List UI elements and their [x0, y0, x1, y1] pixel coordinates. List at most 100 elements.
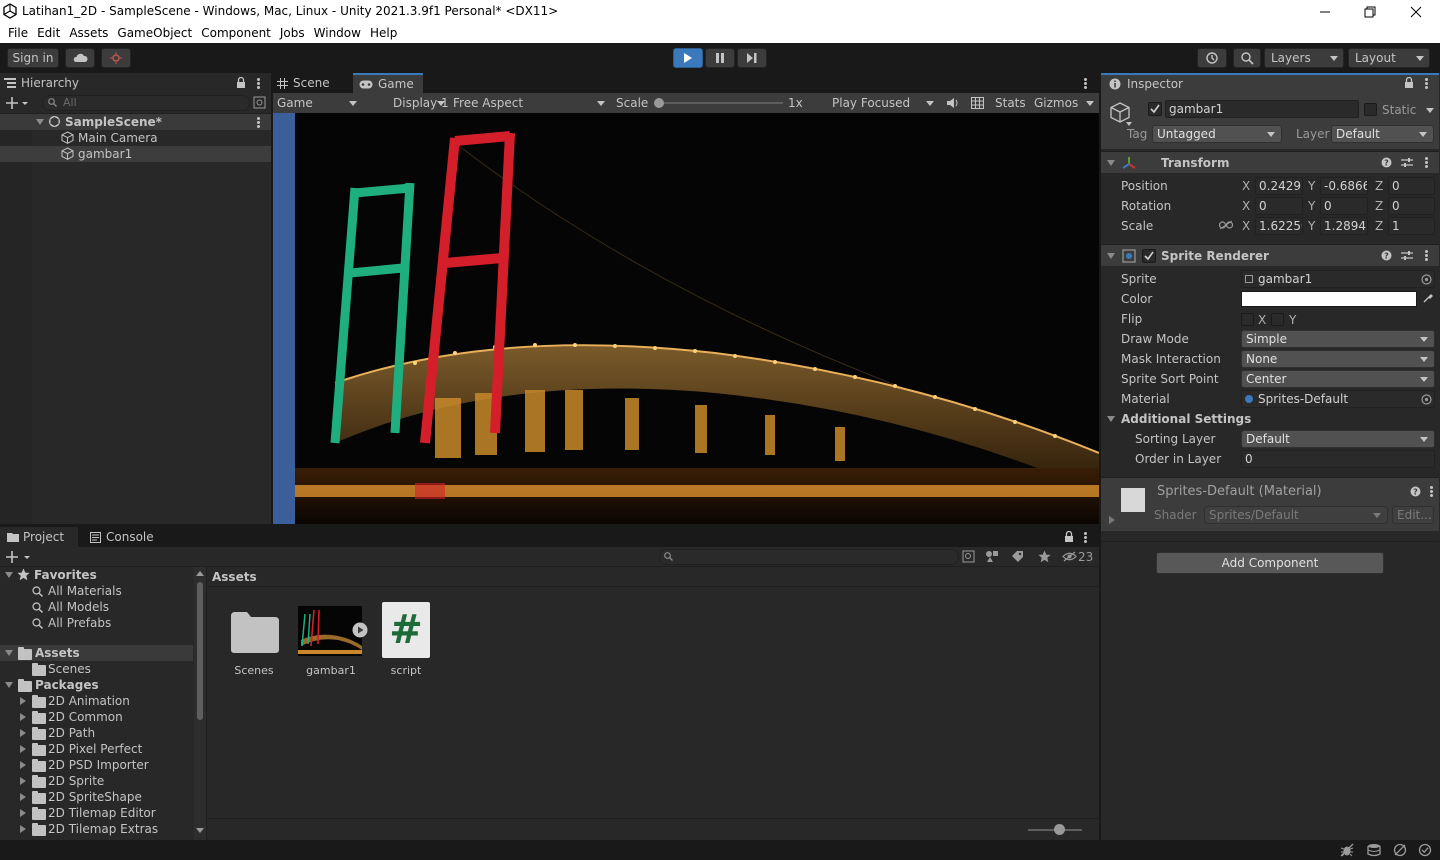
scene-row[interactable]: SampleScene* — [0, 114, 271, 130]
sign-in-button[interactable]: Sign in — [7, 48, 59, 68]
display-dropdown[interactable]: Display 1 — [393, 93, 449, 113]
favorite-item[interactable]: All Materials — [0, 583, 193, 599]
object-picker-icon[interactable] — [1421, 274, 1432, 285]
layer-dropdown[interactable]: Default — [1331, 125, 1434, 143]
sprite-renderer-enabled-checkbox[interactable] — [1142, 249, 1156, 263]
order-in-layer-field[interactable]: 0 — [1241, 450, 1435, 468]
package-row[interactable]: 2D Path — [0, 725, 193, 741]
help-icon[interactable]: ? — [1381, 250, 1392, 261]
breadcrumb-assets[interactable]: Assets — [212, 570, 257, 584]
flip-y-checkbox[interactable] — [1271, 313, 1284, 326]
progress-check-icon[interactable] — [1418, 843, 1432, 857]
menu-component[interactable]: Component — [197, 26, 275, 40]
tree-scrollbar[interactable] — [194, 567, 206, 840]
expand-arrow-icon[interactable] — [5, 650, 13, 656]
material-object-field[interactable]: Sprites-Default — [1241, 390, 1435, 408]
debug-icon[interactable] — [1340, 843, 1354, 857]
asset-item-scenes[interactable]: Scenes — [224, 600, 284, 680]
packages-root-row[interactable]: Packages — [0, 677, 193, 693]
view-type-dropdown[interactable]: Game — [273, 93, 361, 113]
package-row[interactable]: 2D Pixel Perfect — [0, 741, 193, 757]
hidden-packages-icon[interactable] — [1062, 551, 1077, 562]
package-row[interactable]: 2D PSD Importer — [0, 757, 193, 773]
stats-button[interactable]: Stats — [995, 96, 1026, 110]
tab-console[interactable]: Console — [84, 527, 164, 547]
project-search-input[interactable] — [659, 549, 959, 565]
scale-z-field[interactable]: 1 — [1388, 217, 1435, 235]
cache-server-icon[interactable] — [1367, 843, 1381, 857]
add-icon[interactable] — [6, 550, 32, 564]
scale-x-field[interactable]: 1.62250 — [1255, 217, 1303, 235]
draw-mode-dropdown[interactable]: Simple — [1241, 330, 1435, 348]
lock-icon[interactable] — [1064, 531, 1074, 542]
color-swatch[interactable] — [1241, 291, 1417, 307]
rotation-z-field[interactable]: 0 — [1388, 197, 1435, 215]
link-icon[interactable] — [1219, 220, 1233, 230]
position-x-field[interactable]: 0.2429 — [1255, 177, 1303, 195]
star-icon[interactable] — [1038, 550, 1051, 563]
preset-icon[interactable] — [1401, 157, 1413, 168]
object-picker-icon[interactable] — [1421, 394, 1432, 405]
help-icon[interactable]: ? — [1410, 486, 1421, 497]
scroll-up-icon[interactable] — [196, 571, 204, 576]
sorting-layer-dropdown[interactable]: Default — [1241, 430, 1435, 448]
scene-visibility-icon[interactable] — [253, 96, 266, 109]
preset-icon[interactable] — [1401, 250, 1413, 261]
play-focused-dropdown[interactable]: Play Focused — [829, 93, 937, 113]
sprite-object-field[interactable]: gambar1 — [1241, 270, 1435, 288]
tag-dropdown[interactable]: Untagged — [1152, 125, 1282, 143]
more-icon[interactable] — [1084, 532, 1087, 543]
expand-arrow-icon[interactable] — [1107, 416, 1115, 422]
search-by-scene-icon[interactable] — [962, 550, 975, 563]
more-icon[interactable] — [1425, 78, 1428, 89]
step-button[interactable] — [737, 48, 767, 68]
position-y-field[interactable]: -0.6866 — [1320, 177, 1368, 195]
more-icon[interactable] — [1084, 78, 1087, 89]
scale-slider[interactable] — [655, 102, 783, 104]
assets-folder-row[interactable]: Scenes — [0, 661, 193, 677]
menu-file[interactable]: File — [4, 26, 32, 40]
collapse-arrow-icon[interactable] — [20, 713, 26, 721]
pause-button[interactable] — [705, 48, 735, 68]
stats-grid-icon[interactable] — [971, 97, 984, 109]
expand-arrow-icon[interactable] — [1109, 516, 1115, 524]
tab-game[interactable]: Game — [353, 73, 423, 93]
sprite-renderer-header[interactable]: Sprite Renderer ? — [1101, 244, 1439, 266]
scroll-down-icon[interactable] — [196, 828, 204, 833]
hierarchy-search-input[interactable]: All — [42, 95, 250, 111]
rotation-x-field[interactable]: 0 — [1255, 197, 1303, 215]
menu-help[interactable]: Help — [366, 26, 401, 40]
tab-inspector[interactable]: Inspector — [1101, 73, 1439, 93]
package-row[interactable]: 2D Tilemap Extras — [0, 821, 193, 837]
collapse-arrow-icon[interactable] — [20, 793, 26, 801]
menu-jobs[interactable]: Jobs — [276, 26, 309, 40]
more-icon[interactable] — [257, 78, 260, 89]
restore-button[interactable] — [1347, 0, 1393, 23]
expand-arrow-icon[interactable] — [5, 572, 13, 578]
collapse-arrow-icon[interactable] — [20, 777, 26, 785]
menu-assets[interactable]: Assets — [65, 26, 112, 40]
tab-scene[interactable]: Scene — [273, 73, 353, 93]
scrollbar-thumb[interactable] — [197, 582, 203, 720]
layout-dropdown[interactable]: Layout — [1348, 48, 1430, 68]
collapse-arrow-icon[interactable] — [20, 761, 26, 769]
transform-header[interactable]: Transform ? — [1101, 151, 1439, 173]
scale-y-field[interactable]: 1.28942 — [1320, 217, 1368, 235]
cloud-button[interactable] — [65, 48, 95, 68]
layers-dropdown[interactable]: Layers — [1264, 48, 1344, 68]
aspect-dropdown[interactable]: Free Aspect — [453, 93, 607, 113]
collapse-arrow-icon[interactable] — [20, 729, 26, 737]
favorite-item[interactable]: All Models — [0, 599, 193, 615]
history-button[interactable] — [1197, 48, 1227, 68]
lock-icon[interactable] — [236, 77, 246, 88]
scale-slider-thumb[interactable] — [654, 98, 664, 108]
assets-root-row[interactable]: Assets — [0, 645, 193, 661]
expand-arrow-icon[interactable] — [36, 119, 44, 125]
menu-window[interactable]: Window — [310, 26, 365, 40]
asset-item-script[interactable]: # script — [376, 600, 436, 680]
add-component-button[interactable]: Add Component — [1156, 552, 1384, 574]
flip-x-checkbox[interactable] — [1241, 313, 1254, 326]
rotation-y-field[interactable]: 0 — [1320, 197, 1368, 215]
icon-size-slider-thumb[interactable] — [1054, 824, 1065, 835]
close-button[interactable] — [1393, 0, 1439, 23]
